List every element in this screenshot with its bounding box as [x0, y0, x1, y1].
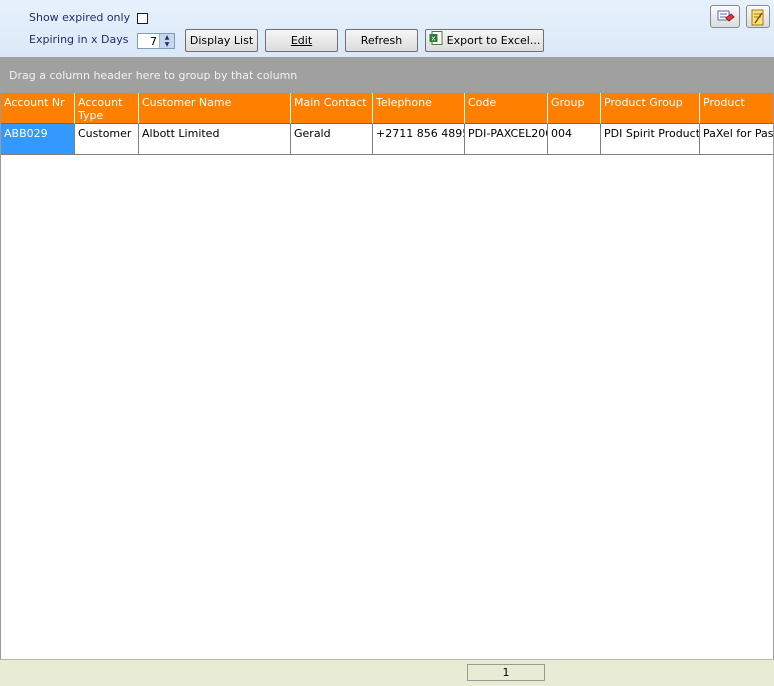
show-expired-label: Show expired only: [29, 11, 131, 24]
cell-code[interactable]: PDI-PAXCEL200: [465, 124, 548, 155]
cell-product-group[interactable]: PDI Spirit Products: [601, 124, 700, 155]
cell-account-type[interactable]: Customer: [75, 124, 139, 155]
eraser-icon: [717, 10, 735, 22]
column-header-account-nr[interactable]: Account Nr: [1, 93, 75, 124]
page-number: 1: [467, 664, 545, 681]
group-by-panel[interactable]: Drag a column header here to group by th…: [0, 57, 774, 93]
column-header-product[interactable]: Product: [700, 93, 773, 124]
cell-group[interactable]: 004: [548, 124, 601, 155]
notes-button[interactable]: [746, 5, 770, 28]
column-header-group[interactable]: Group: [548, 93, 601, 124]
cell-main-contact[interactable]: Gerald: [291, 124, 373, 155]
cell-customer-name[interactable]: Albott Limited: [139, 124, 291, 155]
spin-up-button[interactable]: ▲: [159, 34, 174, 41]
display-list-button[interactable]: Display List: [185, 29, 258, 52]
show-expired-checkbox[interactable]: [137, 13, 148, 24]
edit-label: Edit: [290, 34, 313, 47]
export-excel-button[interactable]: x Export to Excel...: [425, 29, 544, 52]
column-header-code[interactable]: Code: [465, 93, 548, 124]
notepad-icon: [751, 9, 764, 26]
column-header-account-type[interactable]: Account Type: [75, 93, 139, 124]
display-list-label: Display List: [189, 34, 254, 47]
records-grid[interactable]: Account Nr Account Type Customer Name Ma…: [0, 93, 774, 660]
clear-filter-button[interactable]: [710, 5, 740, 28]
excel-icon: x: [429, 30, 443, 52]
export-excel-label: Export to Excel...: [446, 34, 541, 47]
column-header-product-group[interactable]: Product Group: [601, 93, 700, 124]
expiring-days-value[interactable]: 7: [150, 35, 157, 48]
spin-down-button[interactable]: ▼: [159, 41, 174, 48]
refresh-label: Refresh: [360, 34, 403, 47]
cell-product[interactable]: PaXel for Paste: [700, 124, 773, 155]
cell-account-nr[interactable]: ABB029: [1, 124, 75, 155]
column-header-main-contact[interactable]: Main Contact: [291, 93, 373, 124]
group-by-hint: Drag a column header here to group by th…: [9, 69, 298, 82]
grid-footer: 1: [0, 659, 774, 686]
filter-toolbar: Show expired only Expiring in x Days 7 ▲…: [0, 0, 774, 57]
expiring-days-label: Expiring in x Days: [29, 33, 129, 46]
refresh-button[interactable]: Refresh: [345, 29, 418, 52]
expiring-days-spinner[interactable]: 7 ▲ ▼: [137, 33, 175, 49]
column-header-customer-name[interactable]: Customer Name: [139, 93, 291, 124]
edit-button[interactable]: Edit: [265, 29, 338, 52]
svg-text:x: x: [431, 34, 435, 42]
column-header-telephone[interactable]: Telephone: [373, 93, 465, 124]
cell-telephone[interactable]: +2711 856 4895: [373, 124, 465, 155]
